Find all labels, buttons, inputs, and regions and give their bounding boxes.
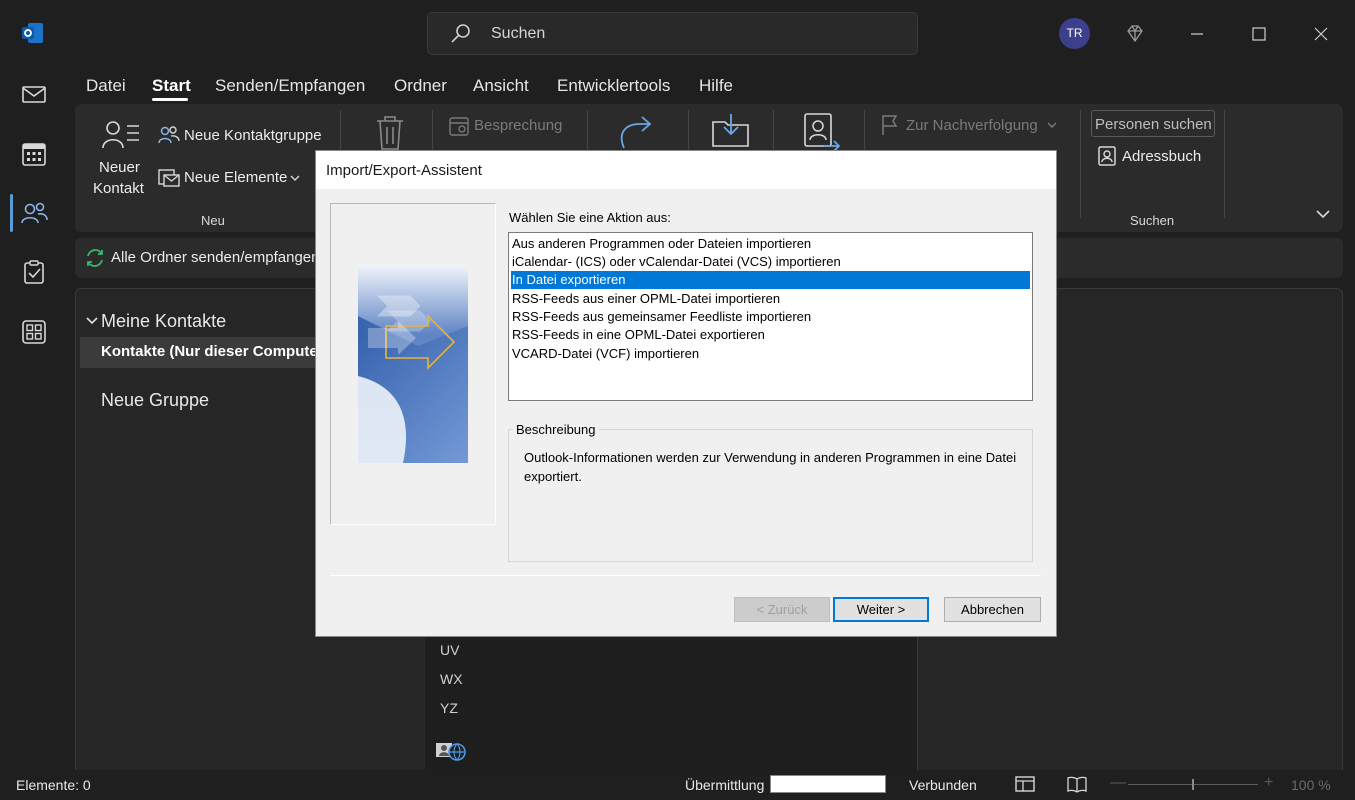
- active-tab-underline: [152, 98, 188, 101]
- zoom-out-button[interactable]: —: [1110, 774, 1126, 792]
- tasks-icon[interactable]: [20, 258, 48, 286]
- zoom-slider-thumb[interactable]: [1192, 779, 1194, 790]
- status-transfer-label: Übermittlung: [685, 777, 765, 793]
- new-contact-group-button[interactable]: Neue Kontaktgruppe: [184, 127, 322, 144]
- chevron-down-icon[interactable]: [86, 316, 98, 326]
- maximize-icon[interactable]: [1247, 22, 1271, 46]
- action-item-export-rss-opml[interactable]: RSS-Feeds in eine OPML-Datei exportieren: [511, 326, 1030, 344]
- move-to-folder-icon[interactable]: [711, 112, 751, 148]
- active-nav-indicator: [10, 194, 13, 232]
- contact-group-icon: [158, 126, 180, 144]
- menu-ansicht[interactable]: Ansicht: [473, 76, 529, 96]
- new-items-icon: [158, 169, 180, 187]
- premium-diamond-icon[interactable]: [1123, 22, 1147, 46]
- dialog-title: Import/Export-Assistent: [326, 162, 482, 179]
- share-contacts-icon[interactable]: [802, 112, 842, 152]
- action-item-export-file[interactable]: In Datei exportieren: [511, 271, 1030, 289]
- menu-start[interactable]: Start: [152, 76, 191, 96]
- address-book-icon: [1098, 146, 1116, 166]
- title-bar: Suchen TR: [0, 0, 1355, 68]
- import-export-wizard-dialog: Import/Export-Assistent Wählen Sie eine …: [316, 151, 1056, 636]
- minimize-icon[interactable]: [1185, 22, 1209, 46]
- index-letter-yz[interactable]: YZ: [440, 700, 458, 716]
- description-label: Beschreibung: [513, 422, 599, 437]
- meeting-button[interactable]: Besprechung: [474, 117, 562, 134]
- status-item-count: Elemente: 0: [16, 777, 91, 793]
- status-connection: Verbunden: [909, 777, 977, 793]
- avatar[interactable]: TR: [1059, 18, 1090, 49]
- group-label-find: Suchen: [1130, 213, 1175, 228]
- action-item-import-rss-opml[interactable]: RSS-Feeds aus einer OPML-Datei importier…: [511, 290, 1030, 308]
- address-book-button[interactable]: Adressbuch: [1122, 148, 1201, 165]
- wizard-arrows-graphic: [358, 266, 468, 463]
- collapse-ribbon-chevron-icon[interactable]: [1316, 209, 1330, 219]
- ribbon-separator: [1080, 110, 1081, 218]
- dialog-title-bar[interactable]: Import/Export-Assistent: [316, 151, 1056, 189]
- action-item-import-rss-feedlist[interactable]: RSS-Feeds aus gemeinsamer Feedliste impo…: [511, 308, 1030, 326]
- contact-globe-icon[interactable]: [435, 740, 467, 762]
- delete-icon[interactable]: [374, 114, 406, 152]
- menu-hilfe[interactable]: Hilfe: [699, 76, 733, 96]
- sync-icon[interactable]: [84, 247, 106, 269]
- ribbon-separator: [1224, 110, 1225, 218]
- folder-item-contacts[interactable]: Kontakte (Nur dieser Computer): [80, 337, 329, 368]
- new-contact-button-line2[interactable]: Kontakt: [93, 180, 144, 197]
- action-item-import-vcard[interactable]: VCARD-Datei (VCF) importieren: [511, 345, 1030, 363]
- close-icon[interactable]: [1309, 22, 1333, 46]
- action-item-import-ical[interactable]: iCalendar- (ICS) oder vCalendar-Datei (V…: [511, 253, 1030, 271]
- folder-item-new-group[interactable]: Neue Gruppe: [101, 390, 209, 411]
- group-label-new: Neu: [201, 213, 225, 228]
- new-contact-button[interactable]: Neuer: [99, 159, 140, 176]
- new-contact-icon: [102, 121, 139, 149]
- normal-view-icon[interactable]: [1014, 774, 1036, 794]
- wizard-image-frame: [330, 203, 496, 525]
- menu-senden-empfangen[interactable]: Senden/Empfangen: [215, 76, 365, 96]
- menu-datei[interactable]: Datei: [86, 76, 126, 96]
- flag-icon: [882, 115, 898, 135]
- find-people-placeholder: Personen suchen: [1095, 116, 1212, 133]
- menu-ordner[interactable]: Ordner: [394, 76, 447, 96]
- meeting-icon: [449, 117, 469, 136]
- index-letter-uv[interactable]: UV: [440, 642, 459, 658]
- people-icon[interactable]: [20, 199, 48, 227]
- transfer-progress-bar: [770, 775, 886, 793]
- chevron-down-icon: [290, 175, 300, 181]
- back-button[interactable]: < Zurück: [734, 597, 830, 622]
- search-icon: [451, 24, 470, 43]
- calendar-icon[interactable]: [20, 140, 48, 168]
- zoom-in-button[interactable]: +: [1264, 774, 1273, 792]
- search-input[interactable]: Suchen: [427, 12, 918, 55]
- folder-item-contacts-label: Kontakte (Nur dieser Computer): [101, 343, 329, 360]
- index-letter-wx[interactable]: WX: [440, 671, 463, 687]
- description-text: Outlook-Informationen werden zur Verwend…: [524, 450, 1017, 484]
- cancel-button[interactable]: Abbrechen: [944, 597, 1041, 622]
- forward-icon[interactable]: [616, 114, 656, 152]
- action-prompt-label: Wählen Sie eine Aktion aus:: [509, 210, 671, 225]
- menu-entwicklertools[interactable]: Entwicklertools: [557, 76, 670, 96]
- status-bar: Elemente: 0 Übermittlung Verbunden — + 1…: [0, 770, 1355, 800]
- action-item-import-other[interactable]: Aus anderen Programmen oder Dateien impo…: [511, 235, 1030, 253]
- zoom-level[interactable]: 100 %: [1291, 777, 1331, 793]
- apps-icon[interactable]: [20, 318, 48, 346]
- dialog-separator: [330, 575, 1041, 576]
- my-contacts-header[interactable]: Meine Kontakte: [101, 311, 226, 332]
- mail-icon[interactable]: [20, 80, 48, 108]
- outlook-logo-icon: [22, 23, 43, 43]
- next-button[interactable]: Weiter >: [833, 597, 929, 622]
- reading-view-icon[interactable]: [1066, 774, 1088, 794]
- follow-up-button[interactable]: Zur Nachverfolgung: [906, 117, 1038, 134]
- find-people-input[interactable]: Personen suchen: [1091, 110, 1215, 137]
- chevron-down-icon: [1047, 122, 1057, 128]
- new-items-button[interactable]: Neue Elemente: [184, 169, 287, 186]
- search-placeholder: Suchen: [491, 25, 546, 42]
- action-listbox[interactable]: Aus anderen Programmen oder Dateien impo…: [508, 232, 1033, 401]
- send-receive-all-button[interactable]: Alle Ordner senden/empfangen: [111, 249, 316, 266]
